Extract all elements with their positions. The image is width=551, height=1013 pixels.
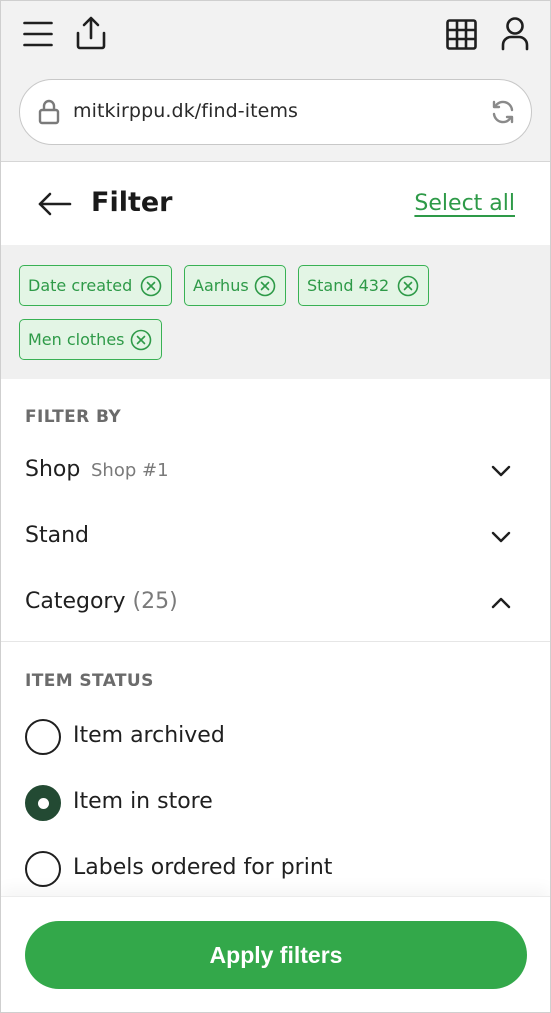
remove-chip-icon[interactable]: [140, 275, 162, 297]
arrow-left-icon: [38, 192, 72, 216]
remove-chip-icon[interactable]: [397, 275, 419, 297]
select-all-link[interactable]: Select all: [414, 191, 515, 216]
page-title: Filter: [91, 187, 173, 218]
user-icon[interactable]: [501, 17, 529, 55]
footer-bar: Apply filters: [1, 896, 550, 1012]
menu-icon[interactable]: [23, 21, 53, 51]
chevron-down-icon[interactable]: [490, 463, 512, 479]
url-text[interactable]: mitkirppu.dk/find-items: [73, 100, 298, 122]
radio-label: Item archived: [73, 723, 225, 748]
remove-chip-icon[interactable]: [254, 275, 276, 297]
back-button[interactable]: [37, 189, 73, 219]
item-status-heading: ITEM STATUS: [25, 671, 154, 691]
radio-button-checked[interactable]: [25, 785, 61, 821]
share-icon[interactable]: [75, 16, 107, 54]
radio-label: Item in store: [73, 789, 213, 814]
radio-label: Labels ordered for print: [73, 855, 333, 880]
status-option-archived[interactable]: Item archived: [1, 719, 550, 769]
chip-label: Date created: [28, 276, 133, 295]
category-label: Category: [25, 589, 126, 614]
browser-chrome: mitkirppu.dk/find-items: [1, 1, 550, 162]
chip-label: Men clothes: [28, 330, 125, 349]
filter-row-category[interactable]: Category (25): [1, 575, 550, 635]
app-frame: mitkirppu.dk/find-items Filter Select al…: [0, 0, 551, 1013]
remove-chip-icon[interactable]: [130, 329, 152, 351]
address-bar[interactable]: mitkirppu.dk/find-items: [19, 79, 532, 145]
chip-label: Stand 432: [307, 276, 390, 295]
filter-row-stand[interactable]: Stand: [1, 509, 550, 569]
filter-row-value: Shop #1: [91, 460, 169, 481]
chevron-up-icon[interactable]: [490, 595, 512, 611]
filter-row-label: Category (25): [25, 589, 178, 614]
status-option-in-store[interactable]: Item in store: [1, 785, 550, 835]
chevron-down-icon[interactable]: [490, 529, 512, 545]
filter-row-shop[interactable]: Shop Shop #1: [1, 443, 550, 503]
category-count: (25): [132, 589, 178, 614]
radio-button[interactable]: [25, 851, 61, 887]
radio-button[interactable]: [25, 719, 61, 755]
status-option-labels-ordered[interactable]: Labels ordered for print: [1, 851, 550, 901]
filter-row-label: Stand: [25, 523, 89, 548]
filter-chip[interactable]: Aarhus: [184, 265, 286, 306]
filter-chip[interactable]: Men clothes: [19, 319, 162, 360]
filter-row-label: Shop: [25, 457, 81, 482]
filter-by-heading: FILTER BY: [25, 407, 122, 427]
filter-header: Filter Select all: [1, 163, 550, 245]
apply-filters-button[interactable]: Apply filters: [25, 921, 527, 989]
reload-icon[interactable]: [490, 99, 516, 129]
lock-icon: [38, 99, 60, 129]
filter-chip[interactable]: Stand 432: [298, 265, 429, 306]
filter-chip[interactable]: Date created: [19, 265, 172, 306]
grid-icon[interactable]: [446, 19, 477, 54]
section-divider: [1, 641, 550, 642]
active-filter-chips: Date created Aarhus Stand 432 Men clothe…: [1, 245, 550, 379]
chip-label: Aarhus: [193, 276, 249, 295]
